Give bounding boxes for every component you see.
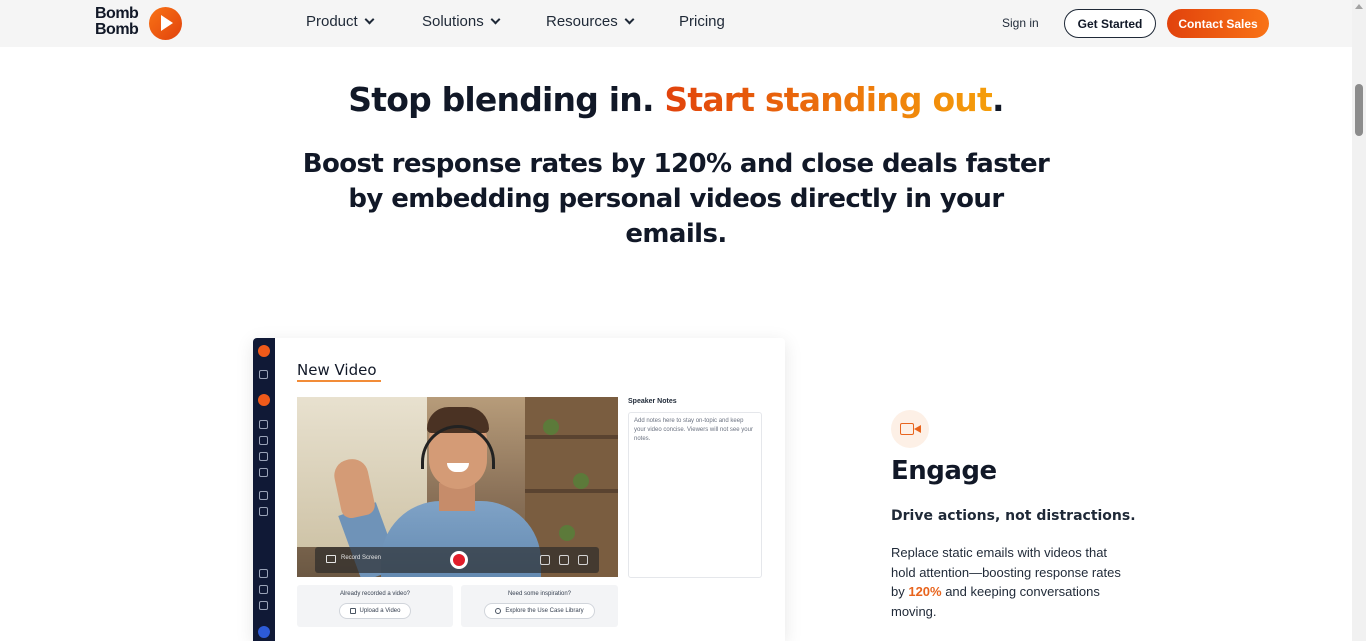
bombbomb-logo[interactable]: Bomb Bomb: [95, 6, 187, 42]
contact-sales-button[interactable]: Contact Sales: [1167, 9, 1269, 38]
nav-product[interactable]: Product: [306, 13, 375, 30]
upload-video-button[interactable]: Upload a Video: [339, 603, 411, 619]
play-icon: [149, 7, 182, 40]
hero-title-period: .: [991, 80, 1005, 119]
settings-icon: [259, 601, 268, 610]
analytics-icon: [259, 468, 268, 477]
page-scrollbar[interactable]: [1352, 0, 1366, 641]
gear-icon[interactable]: [578, 555, 588, 565]
nav-pricing[interactable]: Pricing: [679, 13, 725, 30]
pen-icon[interactable]: [540, 555, 550, 565]
record-button[interactable]: [450, 551, 468, 569]
title-underline: [297, 380, 381, 382]
nav-resources[interactable]: Resources: [546, 13, 635, 30]
record-video-icon: [258, 394, 270, 406]
upload-card-title: Already recorded a video?: [339, 591, 411, 597]
site-header: Bomb Bomb Product Solutions Resources Pr…: [0, 0, 1352, 47]
get-started-button[interactable]: Get Started: [1064, 9, 1156, 38]
scrollbar-thumb[interactable]: [1355, 84, 1363, 136]
upload-card: Already recorded a video? Upload a Video: [297, 585, 453, 627]
chevron-down-icon: [624, 14, 635, 25]
shelf-board: [525, 435, 618, 439]
highlight-stat: 120%: [908, 584, 942, 599]
lightbulb-icon: [495, 608, 502, 614]
library-card: Need some inspiration? Explore the Use C…: [461, 585, 618, 627]
videos-icon: [259, 436, 268, 445]
chevron-down-icon: [364, 14, 375, 25]
record-screen-button[interactable]: Record Screen: [341, 555, 381, 561]
mockup-sidebar: [253, 338, 275, 641]
app-mockup: New Video Record Screen Speaker Notes Ad…: [253, 338, 785, 641]
hero-title: Stop blending in. Start standing out.: [0, 80, 1352, 119]
hero-title-lead: Stop blending in.: [348, 80, 665, 119]
camera-body: [900, 423, 914, 435]
contacts-icon: [259, 370, 268, 379]
effects-icon[interactable]: [559, 555, 569, 565]
users-icon: [259, 507, 268, 516]
logo-wordmark: Bomb Bomb: [95, 5, 139, 38]
chat-icon: [258, 626, 270, 638]
home-icon: [259, 420, 268, 429]
help-icon: [259, 585, 268, 594]
video-camera-icon: [891, 410, 929, 448]
plant: [573, 473, 589, 489]
team-icon: [259, 491, 268, 500]
automations-icon: [259, 452, 268, 461]
notifications-icon: [259, 569, 268, 578]
shelf-board: [525, 489, 618, 493]
mockup-title: New Video: [297, 361, 377, 379]
recording-toolbar: Record Screen: [315, 547, 599, 573]
sign-in-link[interactable]: Sign in: [1002, 16, 1039, 30]
speaker-notes-input[interactable]: Add notes here to stay on-topic and keep…: [628, 412, 762, 578]
monitor-icon: [326, 555, 336, 563]
explore-library-label: Explore the Use Case Library: [505, 608, 584, 614]
video-preview: Record Screen: [297, 397, 618, 577]
explore-library-button[interactable]: Explore the Use Case Library: [484, 603, 595, 619]
plant: [559, 525, 575, 541]
chevron-down-icon: [490, 14, 501, 25]
scroll-up-arrow-icon[interactable]: [1355, 4, 1363, 9]
speaker-notes-label: Speaker Notes: [628, 398, 677, 405]
feature-title: Engage: [891, 456, 997, 486]
upload-video-label: Upload a Video: [359, 608, 401, 614]
feature-body: Replace static emails with videos that h…: [891, 545, 1121, 619]
upload-icon: [349, 608, 356, 614]
plant: [543, 419, 559, 435]
feature-subtitle: Drive actions, not distractions.: [891, 508, 1136, 524]
library-card-title: Need some inspiration?: [507, 591, 572, 597]
app-logo-icon: [258, 345, 270, 357]
hero-subtitle: Boost response rates by 120% and close d…: [302, 149, 1050, 249]
nav-solutions[interactable]: Solutions: [422, 13, 501, 30]
hero-title-accent: Start standing out: [664, 80, 992, 119]
camera-lens: [914, 425, 921, 433]
